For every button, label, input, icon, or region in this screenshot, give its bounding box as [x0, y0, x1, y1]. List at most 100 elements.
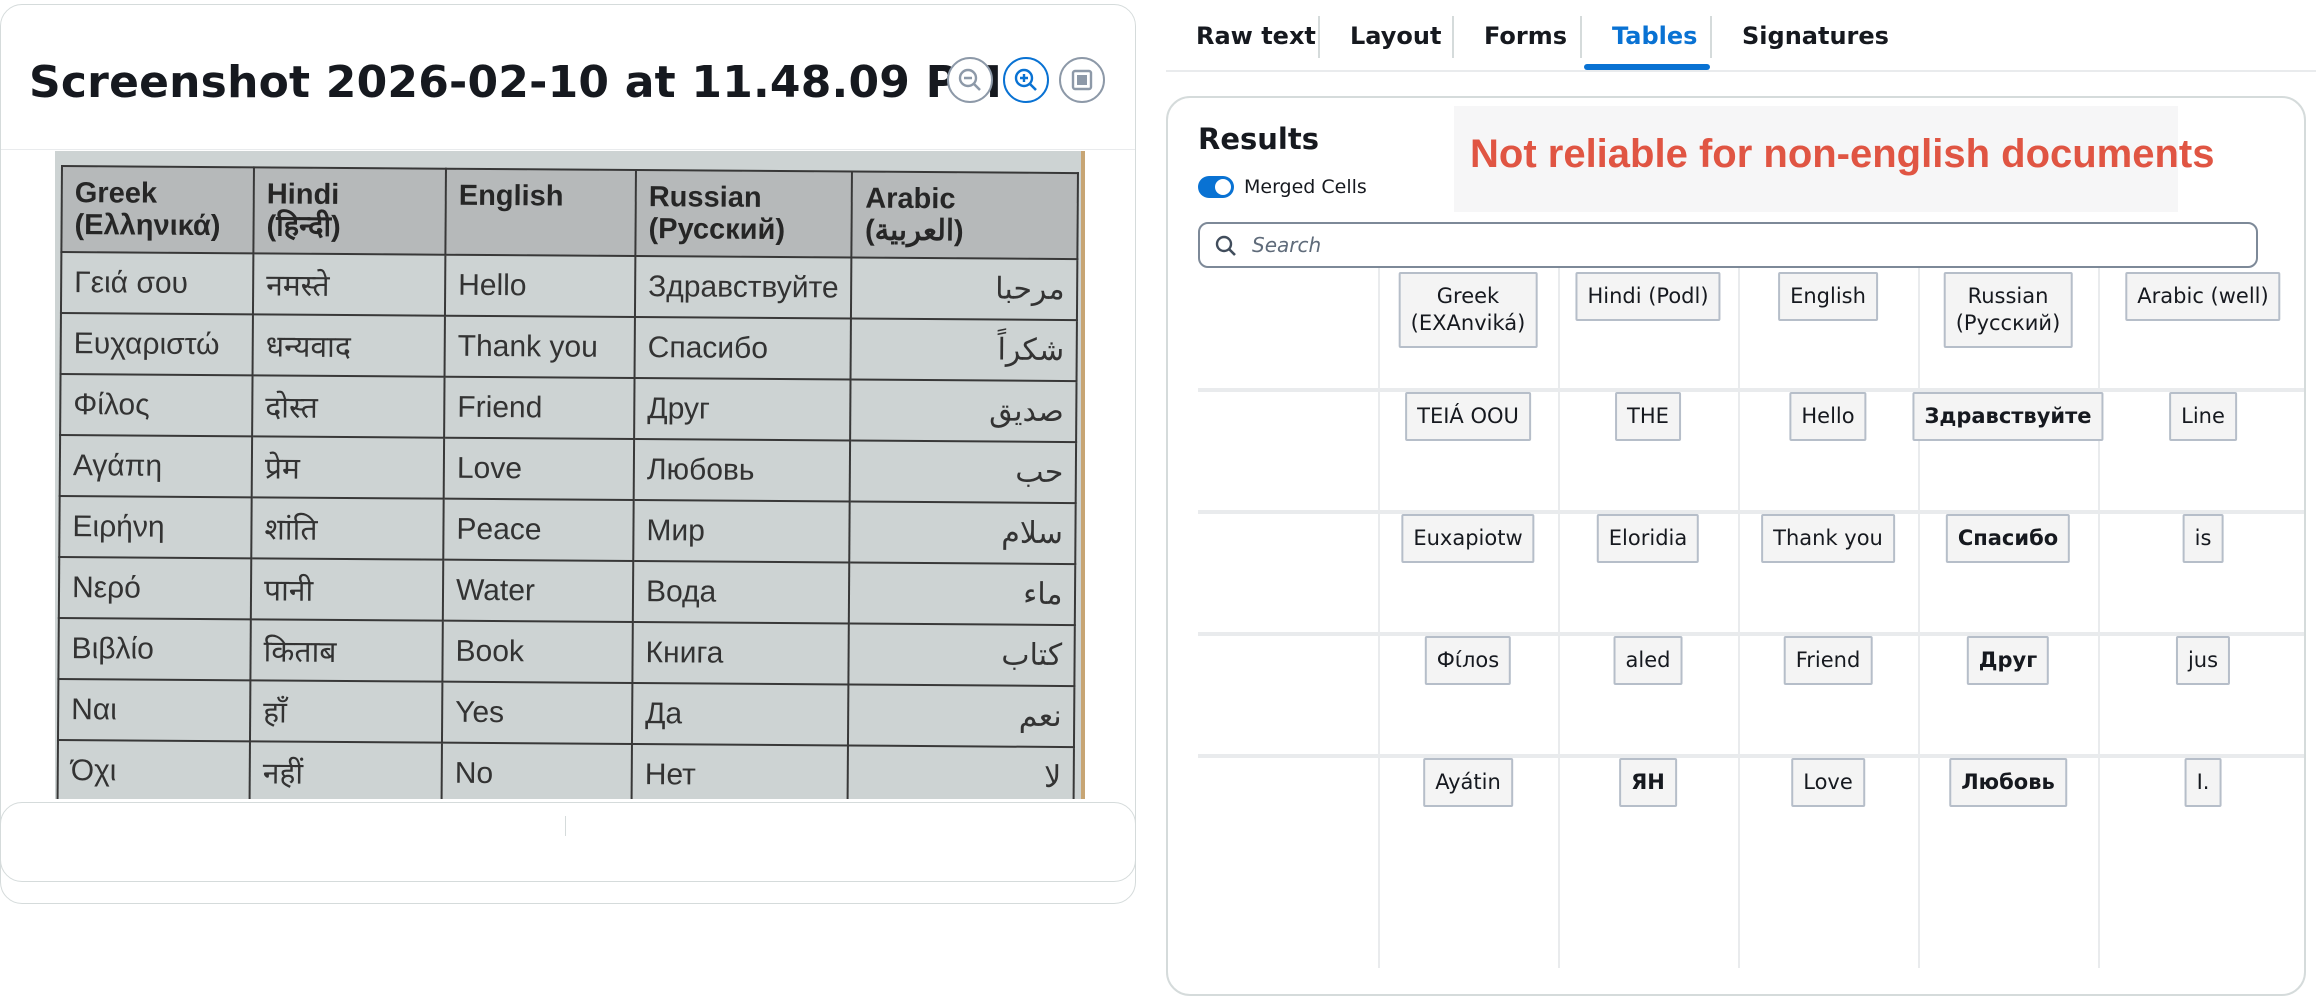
results-title: Results: [1198, 122, 1319, 156]
table-cell-text: Ayátin: [1435, 770, 1501, 794]
table-cell[interactable]: Thank you: [1761, 514, 1895, 563]
fit-to-page-icon: [1071, 69, 1093, 91]
photo-table-header-cell: Russian (Русский): [635, 170, 853, 258]
table-cell-text: Line: [2181, 404, 2225, 428]
thumbnail-divider: [565, 816, 566, 836]
photo-table-cell: كتاب: [848, 623, 1076, 687]
photo-table-header-line: Greek: [74, 177, 158, 210]
table-cell[interactable]: Eloridia: [1596, 514, 1700, 563]
photo-table-header-line: (العربية): [864, 214, 964, 248]
photo-table-row: Γειά σου नमस्ते Hello Здравствуйте مرحبا: [60, 252, 1078, 321]
table-cell-text: Thank you: [1773, 526, 1883, 550]
fit-to-page-button[interactable]: [1059, 57, 1105, 103]
zoom-in-button[interactable]: [1003, 57, 1049, 103]
photo-table-cell: Φίλος: [60, 374, 253, 437]
photo-table-cell: لا: [848, 745, 1075, 799]
tab-layout[interactable]: Layout: [1350, 22, 1441, 50]
photo-table-cell: ماء: [849, 562, 1076, 626]
table-cell-text: Hindi (Podl): [1587, 284, 1709, 308]
table-cell-text: Здравствуйте: [1924, 404, 2092, 428]
table-cell-text: ЯН: [1631, 770, 1665, 794]
photo-table: Greek (Ελληνικά) Hindi (हिन्दी) English Russ…: [57, 165, 1080, 799]
photo-table-header-line: Russian: [648, 181, 762, 214]
photo-table-cell: Αγάπη: [59, 435, 253, 498]
table-cell-text: Russian: [1967, 284, 2049, 308]
table-cell[interactable]: Спасибо: [1945, 514, 2071, 563]
table-cell[interactable]: Euxapiotw: [1401, 514, 1535, 563]
photo-table-header-cell: Greek (Ελληνικά): [61, 166, 254, 254]
photo-table-cell: Любовь: [633, 439, 851, 502]
annotation-overlay: Not reliable for non-english documents: [1454, 106, 2215, 212]
zoom-in-icon: [1014, 68, 1037, 91]
paper-sheet: Greek (Ελληνικά) Hindi (हिन्दी) English Russ…: [55, 151, 1081, 799]
tab-raw-text[interactable]: Raw text: [1196, 22, 1316, 50]
photo-table-cell: شكراً: [850, 318, 1078, 382]
photo-table-cell: مرحبا: [851, 257, 1078, 321]
zoom-out-button[interactable]: [947, 57, 993, 103]
search-box[interactable]: [1198, 222, 2258, 268]
table-cell[interactable]: Любовь: [1949, 758, 2067, 807]
table-cell[interactable]: TEIÁ OOU: [1405, 392, 1531, 441]
photo-table-row: Όχι नहीं No Нет لا: [57, 739, 1075, 799]
table-cell-text: Euxapiotw: [1413, 526, 1523, 550]
table-cell[interactable]: ЯН: [1619, 758, 1677, 807]
tab-tables[interactable]: Tables: [1612, 22, 1697, 50]
table-header-cell[interactable]: Hindi (Podl): [1575, 272, 1721, 321]
grid-column-line: [1918, 268, 1920, 968]
table-cell[interactable]: THE: [1615, 392, 1681, 441]
table-cell-text: I.: [2196, 770, 2210, 794]
tab-forms[interactable]: Forms: [1484, 22, 1567, 50]
table-cell-text: TEIÁ OOU: [1417, 404, 1519, 428]
photo-table-row: Ειρήνη शांति Peace Мир سلام: [59, 495, 1077, 565]
toggle-knob: [1215, 179, 1231, 195]
tab-signatures[interactable]: Signatures: [1742, 22, 1889, 50]
table-cell[interactable]: aled: [1613, 636, 1683, 685]
table-cell[interactable]: Фίлos: [1424, 636, 1512, 685]
table-cell-text: Friend: [1795, 648, 1861, 672]
table-cell-text: English: [1790, 284, 1866, 308]
grid-row-line: [1198, 632, 2304, 636]
table-cell-text: Друг: [1978, 648, 2038, 672]
photo-table-cell: Yes: [441, 681, 633, 745]
table-cell[interactable]: is: [2182, 514, 2224, 563]
search-icon: [1215, 235, 1236, 256]
photo-table-cell: पानी: [250, 558, 444, 621]
photo-table-cell: नमस्ते: [252, 253, 446, 316]
merged-cells-toggle[interactable]: [1198, 176, 1234, 198]
result-tabs: Raw text Layout Forms Tables Signatures: [1166, 0, 2316, 72]
table-cell[interactable]: Ayátin: [1423, 758, 1513, 807]
photo-table-header-cell: Arabic (العربية): [851, 171, 1079, 260]
photo-table-cell: Water: [442, 559, 634, 623]
photo-table-cell: حب: [850, 440, 1077, 504]
active-tab-indicator: [1584, 64, 1710, 70]
table-header-cell[interactable]: Greek (EXAnviká): [1398, 272, 1538, 348]
table-cell[interactable]: Здравствуйте: [1912, 392, 2104, 441]
table-header-cell[interactable]: Russian (Русский): [1943, 272, 2073, 348]
grid-column-line: [2098, 268, 2100, 968]
table-header-cell[interactable]: English: [1778, 272, 1878, 321]
table-cell[interactable]: jus: [2175, 636, 2231, 685]
photo-table-cell: प्रेम: [251, 436, 445, 499]
table-cell[interactable]: Friend: [1783, 636, 1873, 685]
zoom-out-icon: [958, 68, 981, 91]
table-cell[interactable]: Love: [1791, 758, 1865, 807]
document-image[interactable]: Greek (Ελληνικά) Hindi (हिन्दी) English Russ…: [55, 151, 1085, 799]
table-cell-text: THE: [1627, 404, 1669, 428]
photo-table-cell: Да: [631, 683, 849, 746]
photo-table-header-row: Greek (Ελληνικά) Hindi (हिन्दी) English Russ…: [61, 166, 1079, 260]
table-cell[interactable]: Hello: [1789, 392, 1867, 441]
photo-table-cell: Мир: [633, 500, 851, 563]
photo-table-header-line: Hindi: [266, 178, 340, 211]
tab-separator: [1580, 16, 1582, 58]
annotation-text: Not reliable for non-english documents: [1470, 132, 2215, 176]
merged-cells-label: Merged Cells: [1244, 176, 1367, 198]
photo-table-row: Νερό पानी Water Вода ماء: [58, 556, 1076, 626]
document-title: Screenshot 2026-02-10 at 11.48.09 PM: [29, 57, 1003, 108]
grid-row-line: [1198, 754, 2304, 758]
table-cell[interactable]: Line: [2169, 392, 2237, 441]
table-cell[interactable]: Друг: [1966, 636, 2050, 685]
table-cell-text: Hello: [1801, 404, 1855, 428]
search-input[interactable]: [1252, 230, 2232, 260]
table-cell[interactable]: I.: [2184, 758, 2222, 807]
table-header-cell[interactable]: Arabic (well): [2125, 272, 2281, 321]
